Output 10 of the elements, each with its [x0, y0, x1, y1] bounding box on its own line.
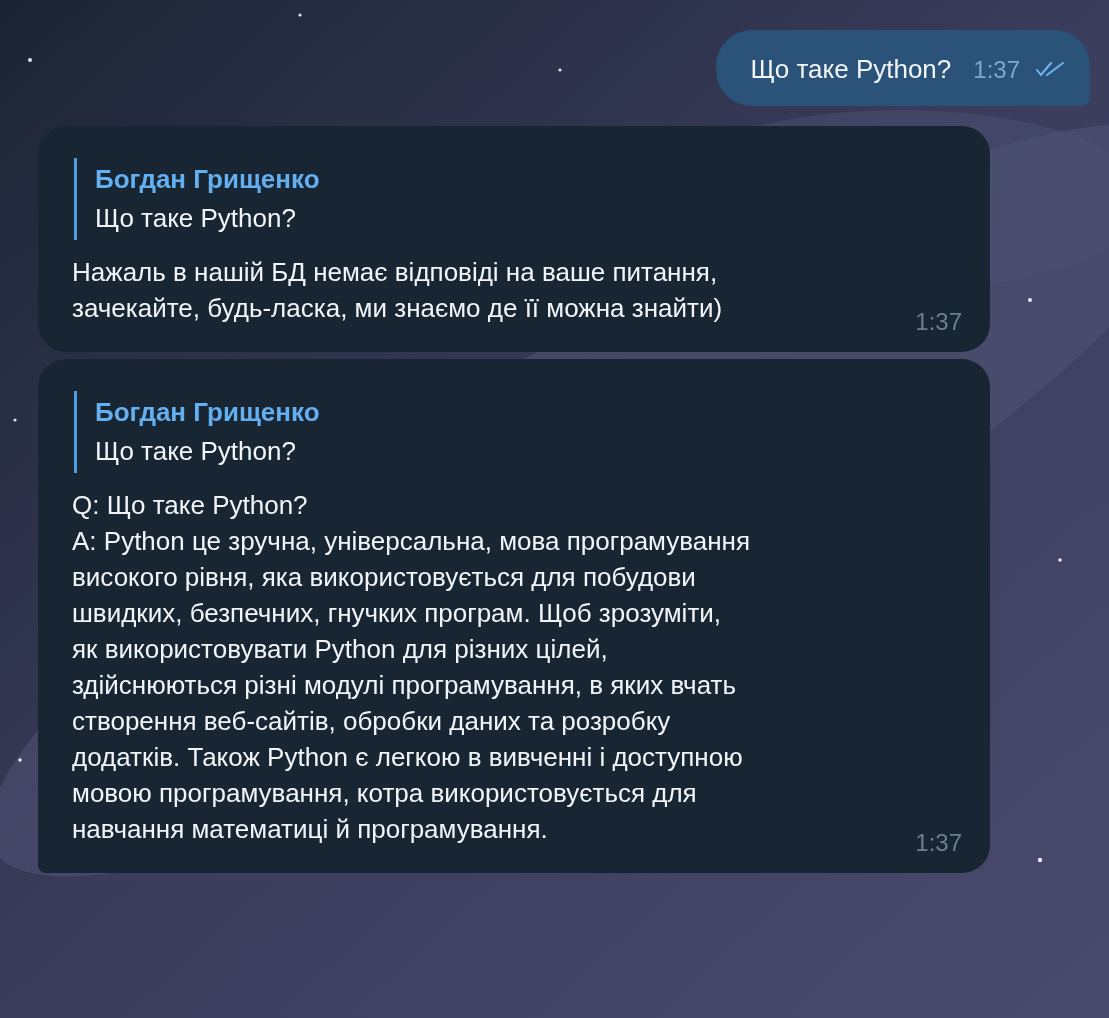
- reply-author: Богдан Грищенко: [95, 163, 321, 196]
- message-time: 1:37: [973, 56, 1020, 84]
- message-text: Нажаль в нашій БД немає відповіді на ваше питання, зачекайте, будь-ласка, ми знаємо де її можна знайти): [72, 257, 723, 323]
- reply-text: Що таке Python?: [95, 202, 297, 235]
- message-text: Що таке Python?: [750, 53, 952, 86]
- message-time: 1:37: [915, 828, 962, 858]
- reply-text: Що таке Python?: [95, 435, 297, 468]
- message-text: Q: Що таке Python? A: Python це зручна, універсальна, мова програмування високого рівня, яка використовується для побудови швидких, безпечних, гнучких програм. Щоб зрозуміти, як використовувати Python для різних цілей, здійснюються різні модулі програмування, в яких вчать створення веб-сайтів, обробки даних та розробку додатків. Також Python є легкою в вивченні і доступною мовою програмування, котра використовується для навчання математиці й програмування.: [72, 490, 751, 844]
- reply-author: Богдан Грищенко: [95, 396, 321, 429]
- message-time: 1:37: [915, 307, 962, 337]
